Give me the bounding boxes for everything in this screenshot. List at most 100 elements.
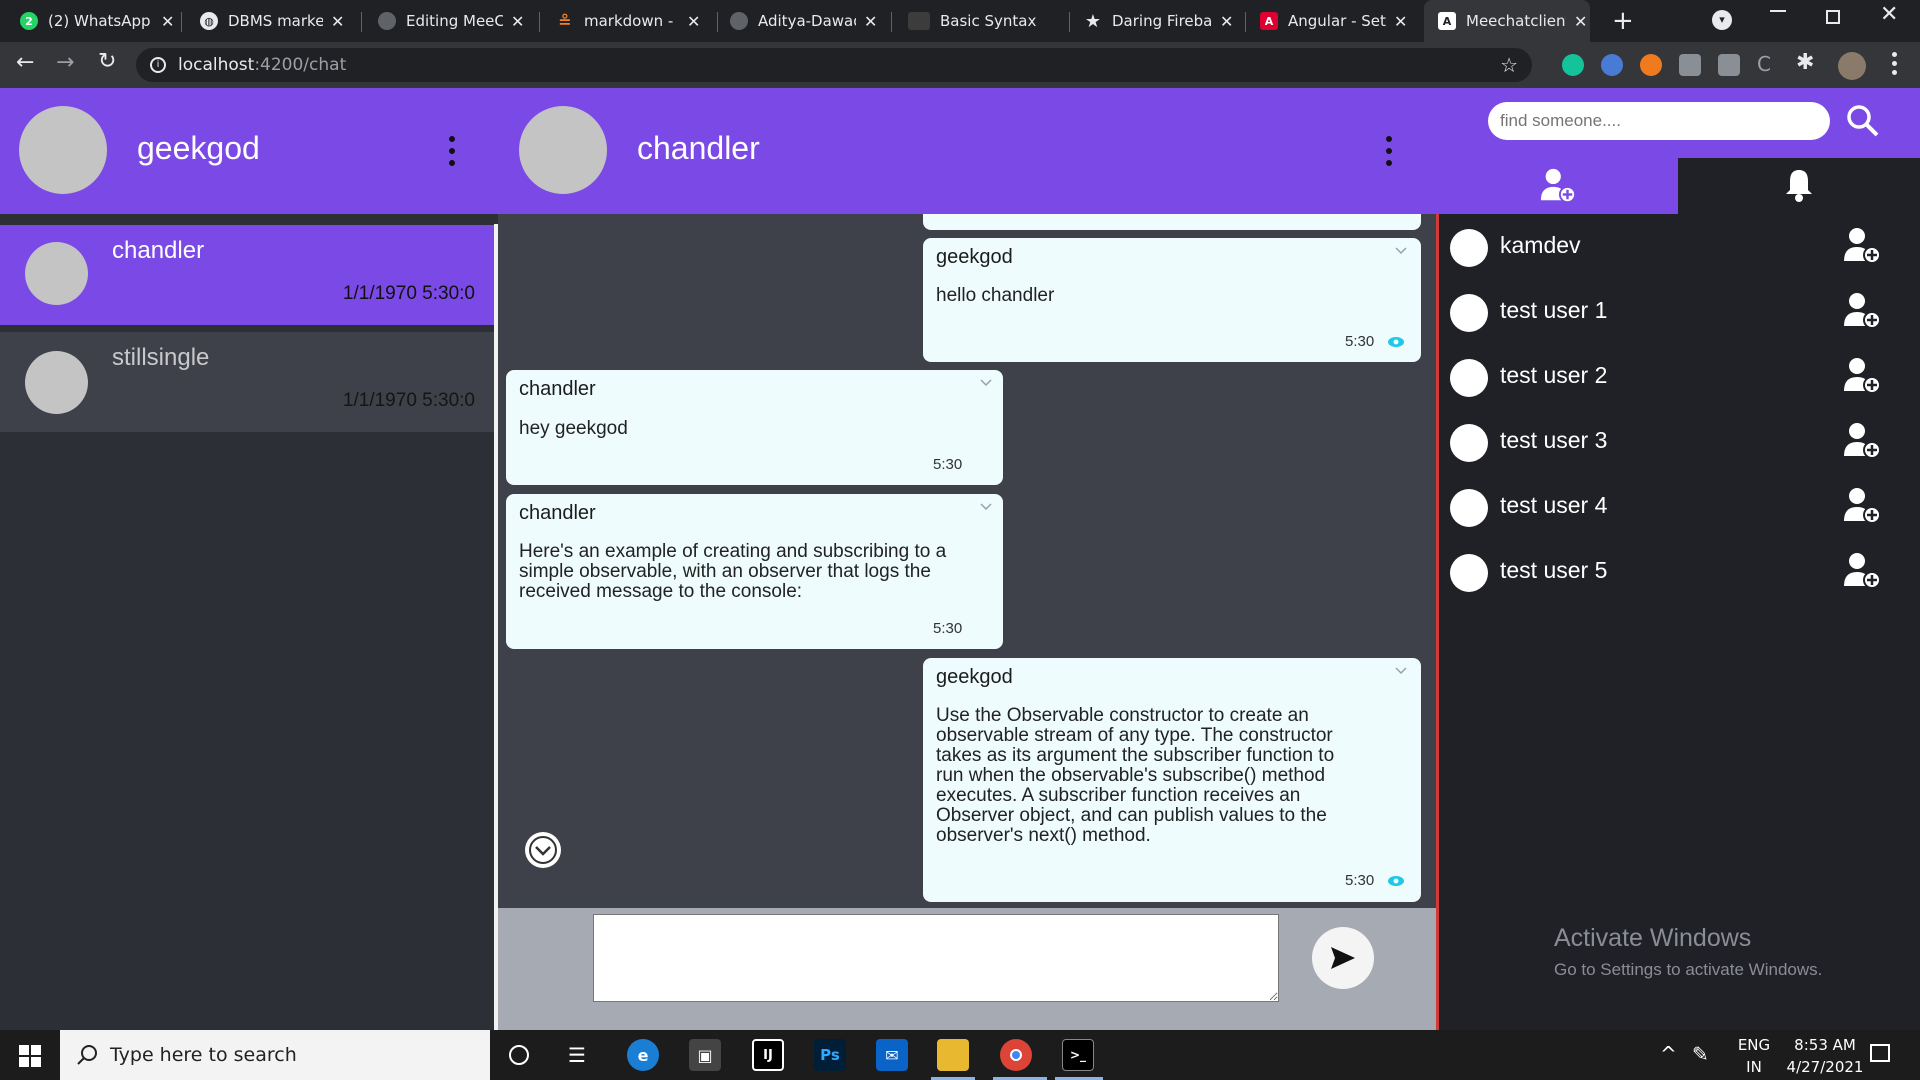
taskbar-search-box[interactable]: Type here to search xyxy=(60,1030,490,1080)
message-line: Observer object, and can publish values … xyxy=(936,805,1327,826)
message-bubble[interactable]: geekgod hello chandler 5:30 xyxy=(923,238,1421,362)
stackoverflow-icon: ≗ xyxy=(558,11,572,31)
site-info-icon[interactable]: i xyxy=(150,57,166,73)
chat-title: chandler xyxy=(637,130,760,166)
add-user-icon[interactable] xyxy=(1842,225,1882,265)
chat-menu-icon[interactable] xyxy=(1385,136,1393,166)
extension-icon[interactable] xyxy=(1640,54,1662,76)
tab-markdown[interactable]: ≗ markdown - H ✕ xyxy=(556,0,718,42)
tab-add-friends[interactable] xyxy=(1436,158,1678,214)
tab-editing[interactable]: Editing MeeCh ✕ xyxy=(378,0,540,42)
user-name: test user 2 xyxy=(1500,362,1608,388)
cortana-icon[interactable] xyxy=(509,1045,529,1065)
message-list[interactable]: geekgod hello chandler 5:30 chandler hey… xyxy=(498,214,1436,908)
search-icon[interactable] xyxy=(1846,104,1880,138)
minimize-icon[interactable] xyxy=(1770,10,1786,12)
message-bubble[interactable]: geekgod Use the Observable constructor t… xyxy=(923,658,1421,902)
chrome-icon[interactable] xyxy=(1000,1039,1032,1071)
close-icon[interactable]: ✕ xyxy=(1574,12,1587,31)
bookmark-star-icon[interactable]: ☆ xyxy=(1500,48,1518,82)
avatar[interactable] xyxy=(19,106,107,194)
tab-meechatclient[interactable]: A Meechatclient ✕ xyxy=(1424,0,1590,42)
avatar[interactable] xyxy=(519,106,607,194)
close-icon[interactable]: ✕ xyxy=(1220,12,1233,31)
browser-menu-icon[interactable] xyxy=(1892,52,1897,75)
edge-icon[interactable]: e xyxy=(627,1039,659,1071)
tab-basic-syntax[interactable]: Basic Syntax | xyxy=(908,0,1070,42)
message-sender: chandler xyxy=(519,378,596,400)
tab-notifications[interactable] xyxy=(1678,158,1920,214)
extension-icon[interactable] xyxy=(1601,54,1623,76)
tab-whatsapp[interactable]: 2 (2) WhatsApp ✕ xyxy=(20,0,182,42)
search-input[interactable] xyxy=(1488,102,1830,140)
message-bubble[interactable]: chandler hey geekgod 5:30 xyxy=(506,370,1003,485)
scroll-to-bottom-icon[interactable] xyxy=(523,830,563,870)
extension-icon[interactable] xyxy=(1718,54,1740,76)
url-path: :4200/chat xyxy=(254,55,347,75)
send-button[interactable] xyxy=(1312,927,1374,989)
chevron-up-icon[interactable]: ^ xyxy=(1660,1042,1677,1066)
back-icon[interactable]: ← xyxy=(16,50,34,75)
intellij-icon[interactable]: IJ xyxy=(752,1039,784,1071)
chat-app: geekgod chandler 1/1/1970 5:30:0 stillsi… xyxy=(0,88,1920,1030)
close-icon[interactable]: ✕ xyxy=(1394,12,1407,31)
extension-icon[interactable]: C xyxy=(1757,52,1771,76)
store-icon[interactable]: ▣ xyxy=(689,1039,721,1071)
add-user-icon[interactable] xyxy=(1842,355,1882,395)
windows-start-icon[interactable] xyxy=(19,1045,41,1067)
profile-menu-icon[interactable] xyxy=(448,136,456,166)
avatar xyxy=(1450,424,1488,462)
add-user-icon[interactable] xyxy=(1842,485,1882,525)
tab-angular[interactable]: A Angular - Setti ✕ xyxy=(1260,0,1415,42)
task-view-icon[interactable]: ☰ xyxy=(568,1043,586,1067)
restore-icon[interactable] xyxy=(1826,10,1840,24)
chevron-down-icon[interactable] xyxy=(980,500,992,512)
add-user-icon[interactable] xyxy=(1842,420,1882,460)
message-bubble[interactable] xyxy=(923,214,1421,230)
url-bar[interactable]: i localhost:4200/chat ☆ xyxy=(136,48,1532,82)
grammarly-icon[interactable] xyxy=(1562,54,1584,76)
conversation-item[interactable]: stillsingle 1/1/1970 5:30:0 xyxy=(0,332,494,432)
language-indicator[interactable]: ENG IN xyxy=(1734,1036,1774,1076)
chevron-down-icon[interactable] xyxy=(1395,664,1407,676)
message-composer xyxy=(498,908,1436,1030)
close-icon[interactable]: ✕ xyxy=(864,12,877,31)
reload-icon[interactable]: ↻ xyxy=(98,49,116,74)
watermark-subtitle: Go to Settings to activate Windows. xyxy=(1554,960,1823,979)
clock[interactable]: 8:53 AM 4/27/2021 xyxy=(1780,1036,1870,1076)
message-input[interactable] xyxy=(593,914,1279,1002)
message-time: 5:30 xyxy=(933,456,963,473)
close-icon[interactable]: ✕ xyxy=(161,12,174,31)
conversation-time: 1/1/1970 5:30:0 xyxy=(342,283,475,304)
tab-dbms[interactable]: ◍ DBMS marked ✕ xyxy=(200,0,362,42)
tab-aditya[interactable]: Aditya-Dawad ✕ xyxy=(730,0,892,42)
extension-icon[interactable] xyxy=(1679,54,1701,76)
add-user-icon[interactable] xyxy=(1842,290,1882,330)
puzzle-icon[interactable]: ✱ xyxy=(1796,50,1814,75)
terminal-icon[interactable]: >_ xyxy=(1062,1039,1094,1071)
notifications-icon[interactable] xyxy=(1870,1044,1890,1062)
tab-daring-fireball[interactable]: ★ Daring Fireball ✕ xyxy=(1084,0,1246,42)
window-close-icon[interactable]: ✕ xyxy=(1880,2,1898,27)
photoshop-icon[interactable]: Ps xyxy=(814,1039,846,1071)
pen-icon[interactable]: ✎ xyxy=(1692,1042,1709,1066)
chat-header: chandler xyxy=(498,88,1436,214)
file-explorer-icon[interactable] xyxy=(937,1039,969,1071)
add-user-icon[interactable] xyxy=(1842,550,1882,590)
user-name: test user 1 xyxy=(1500,297,1608,323)
message-sender: chandler xyxy=(519,502,596,524)
close-icon[interactable]: ✕ xyxy=(511,12,524,31)
close-icon[interactable]: ✕ xyxy=(687,12,700,31)
chevron-down-icon[interactable] xyxy=(1395,244,1407,256)
mail-icon[interactable]: ✉ xyxy=(876,1039,908,1071)
tab-search-icon[interactable]: ▾ xyxy=(1712,10,1732,30)
my-username: geekgod xyxy=(137,130,260,166)
close-icon[interactable]: ✕ xyxy=(331,12,344,31)
user-suggestion-row: test user 1 xyxy=(1436,280,1920,345)
profile-avatar[interactable] xyxy=(1838,52,1866,80)
conversation-item[interactable]: chandler 1/1/1970 5:30:0 xyxy=(0,225,494,325)
forward-icon[interactable]: → xyxy=(56,50,74,75)
chevron-down-icon[interactable] xyxy=(980,376,992,388)
new-tab-button[interactable]: + xyxy=(1612,6,1634,36)
message-bubble[interactable]: chandler Here's an example of creating a… xyxy=(506,494,1003,649)
